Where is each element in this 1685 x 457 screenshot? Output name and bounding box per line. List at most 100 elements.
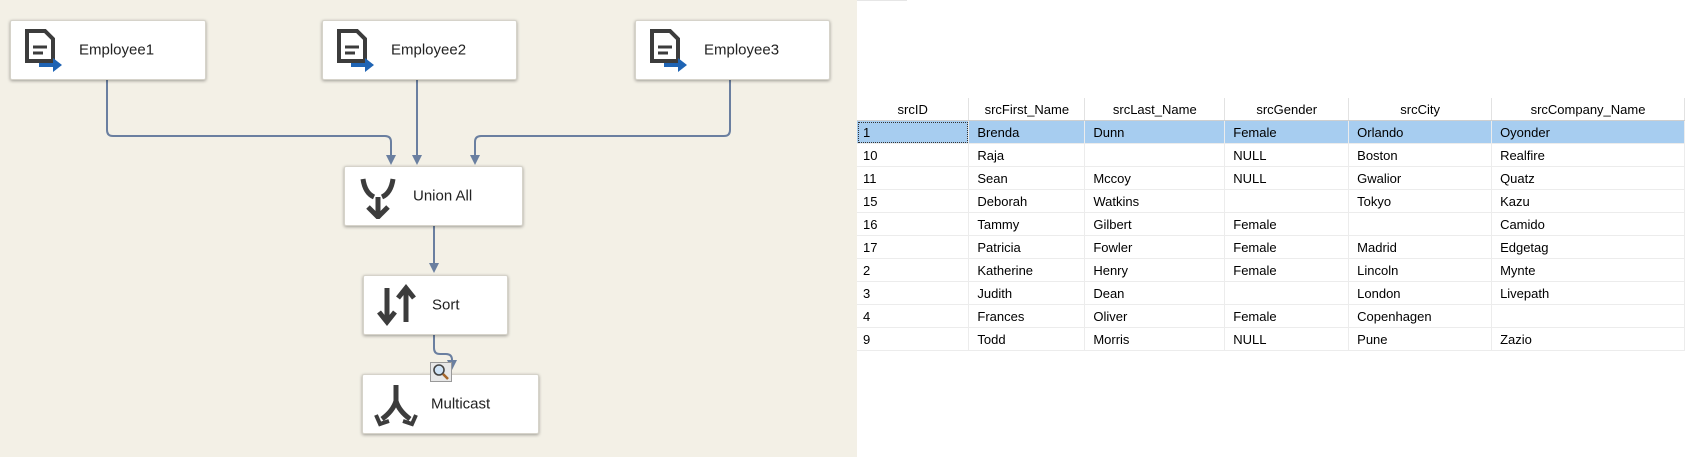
cell-first-name[interactable]: Frances — [968, 304, 1086, 328]
column-header-srccity[interactable]: srcCity — [1348, 98, 1493, 121]
cell-last-name[interactable]: Gilbert — [1084, 212, 1226, 236]
cell-company-name[interactable]: Livepath — [1491, 281, 1685, 305]
cell-first-name[interactable]: Todd — [968, 327, 1086, 351]
cell-gender[interactable]: NULL — [1224, 143, 1350, 167]
cell-city[interactable] — [1348, 212, 1493, 236]
cell-first-name[interactable]: Judith — [968, 281, 1086, 305]
table-row[interactable]: 3 Judith Dean London Livepath — [857, 281, 1685, 305]
multicast-icon — [374, 385, 418, 427]
cell-last-name[interactable]: Watkins — [1084, 189, 1226, 213]
node-label: Employee2 — [391, 41, 467, 59]
union-all-icon — [360, 178, 396, 219]
cell-company-name[interactable]: Realfire — [1491, 143, 1685, 167]
results-grid-panel: srcID srcFirst_Name srcLast_Name srcGend… — [857, 0, 1685, 457]
cell-last-name[interactable]: Dunn — [1084, 120, 1226, 144]
column-header-srcgender[interactable]: srcGender — [1224, 98, 1350, 121]
employee3-source-node[interactable]: Employee3 — [635, 20, 830, 80]
cell-gender[interactable]: Female — [1224, 120, 1350, 144]
grid-header-row: srcID srcFirst_Name srcLast_Name srcGend… — [857, 98, 1685, 121]
data-flow-canvas[interactable]: Employee1 Employee2 Employee3 Union All — [0, 0, 857, 457]
cell-last-name[interactable]: Henry — [1084, 258, 1226, 282]
cell-company-name[interactable]: Mynte — [1491, 258, 1685, 282]
cell-srcid[interactable]: 3 — [857, 281, 970, 305]
cell-company-name[interactable]: Zazio — [1491, 327, 1685, 351]
cell-srcid[interactable]: 1 — [857, 120, 970, 144]
cell-first-name[interactable]: Brenda — [968, 120, 1086, 144]
cell-gender[interactable]: Female — [1224, 258, 1350, 282]
table-row[interactable]: 1 Brenda Dunn Female Orlando Oyonder — [857, 120, 1685, 144]
cell-city[interactable]: London — [1348, 281, 1493, 305]
table-row[interactable]: 17 Patricia Fowler Female Madrid Edgetag — [857, 235, 1685, 259]
cell-last-name[interactable]: Fowler — [1084, 235, 1226, 259]
cell-first-name[interactable]: Deborah — [968, 189, 1086, 213]
cell-srcid[interactable]: 16 — [857, 212, 970, 236]
employee1-source-node[interactable]: Employee1 — [10, 20, 206, 80]
cell-srcid[interactable]: 10 — [857, 143, 970, 167]
magnifier-icon — [433, 364, 449, 380]
employee2-source-node[interactable]: Employee2 — [322, 20, 517, 80]
cell-city[interactable]: Boston — [1348, 143, 1493, 167]
cell-gender[interactable] — [1224, 189, 1350, 213]
cell-last-name[interactable]: Mccoy — [1084, 166, 1226, 190]
connector-employee3-to-union[interactable] — [470, 80, 731, 165]
cell-last-name[interactable]: Oliver — [1084, 304, 1226, 328]
node-label: Union All — [413, 187, 473, 205]
cell-srcid[interactable]: 11 — [857, 166, 970, 190]
cell-city[interactable]: Madrid — [1348, 235, 1493, 259]
union-all-node[interactable]: Union All — [344, 166, 523, 226]
table-row[interactable]: 16 Tammy Gilbert Female Camido — [857, 212, 1685, 236]
ole-db-source-icon — [337, 29, 374, 72]
column-header-srclast-name[interactable]: srcLast_Name — [1084, 98, 1226, 121]
cell-srcid[interactable]: 4 — [857, 304, 970, 328]
table-row[interactable]: 9 Todd Morris NULL Pune Zazio — [857, 327, 1685, 351]
cell-city[interactable]: Tokyo — [1348, 189, 1493, 213]
column-header-srccompany-name[interactable]: srcCompany_Name — [1491, 98, 1685, 121]
column-header-srcfirst-name[interactable]: srcFirst_Name — [968, 98, 1086, 121]
cell-srcid[interactable]: 2 — [857, 258, 970, 282]
cell-city[interactable]: Pune — [1348, 327, 1493, 351]
cell-gender[interactable]: NULL — [1224, 166, 1350, 190]
cell-first-name[interactable]: Sean — [968, 166, 1086, 190]
sort-icon — [377, 283, 416, 327]
cell-company-name[interactable]: Edgetag — [1491, 235, 1685, 259]
cell-gender[interactable]: Female — [1224, 235, 1350, 259]
cell-gender[interactable] — [1224, 281, 1350, 305]
connector-sort-to-multicast[interactable] — [433, 335, 457, 370]
cell-city[interactable]: Gwalior — [1348, 166, 1493, 190]
cell-last-name[interactable]: Dean — [1084, 281, 1226, 305]
cell-srcid[interactable]: 15 — [857, 189, 970, 213]
cell-company-name[interactable]: Oyonder — [1491, 120, 1685, 144]
cell-last-name[interactable]: Morris — [1084, 327, 1226, 351]
cell-company-name[interactable]: Quatz — [1491, 166, 1685, 190]
cell-last-name[interactable] — [1084, 143, 1226, 167]
table-row[interactable]: 11 Sean Mccoy NULL Gwalior Quatz — [857, 166, 1685, 190]
cell-gender[interactable]: Female — [1224, 304, 1350, 328]
sort-node[interactable]: Sort — [363, 275, 508, 335]
node-label: Multicast — [431, 395, 491, 413]
cell-city[interactable]: Lincoln — [1348, 258, 1493, 282]
data-viewer-badge[interactable] — [430, 362, 452, 382]
cell-srcid[interactable]: 9 — [857, 327, 970, 351]
cell-city[interactable]: Copenhagen — [1348, 304, 1493, 328]
cell-gender[interactable]: NULL — [1224, 327, 1350, 351]
cell-srcid[interactable]: 17 — [857, 235, 970, 259]
cell-first-name[interactable]: Tammy — [968, 212, 1086, 236]
cell-first-name[interactable]: Patricia — [968, 235, 1086, 259]
cell-first-name[interactable]: Katherine — [968, 258, 1086, 282]
table-row[interactable]: 15 Deborah Watkins Tokyo Kazu — [857, 189, 1685, 213]
connector-employee1-to-union[interactable] — [106, 80, 396, 165]
cell-city[interactable]: Orlando — [1348, 120, 1493, 144]
node-label: Sort — [432, 296, 460, 314]
table-row[interactable]: 10 Raja NULL Boston Realfire — [857, 143, 1685, 167]
cell-company-name[interactable] — [1491, 304, 1685, 328]
cell-company-name[interactable]: Kazu — [1491, 189, 1685, 213]
cell-company-name[interactable]: Camido — [1491, 212, 1685, 236]
cell-first-name[interactable]: Raja — [968, 143, 1086, 167]
node-label: Employee3 — [704, 41, 780, 59]
results-grid[interactable]: srcID srcFirst_Name srcLast_Name srcGend… — [857, 98, 1685, 351]
cell-gender[interactable]: Female — [1224, 212, 1350, 236]
column-header-srcid[interactable]: srcID — [857, 98, 970, 121]
table-row[interactable]: 2 Katherine Henry Female Lincoln Mynte — [857, 258, 1685, 282]
ole-db-source-icon — [25, 29, 62, 72]
table-row[interactable]: 4 Frances Oliver Female Copenhagen — [857, 304, 1685, 328]
